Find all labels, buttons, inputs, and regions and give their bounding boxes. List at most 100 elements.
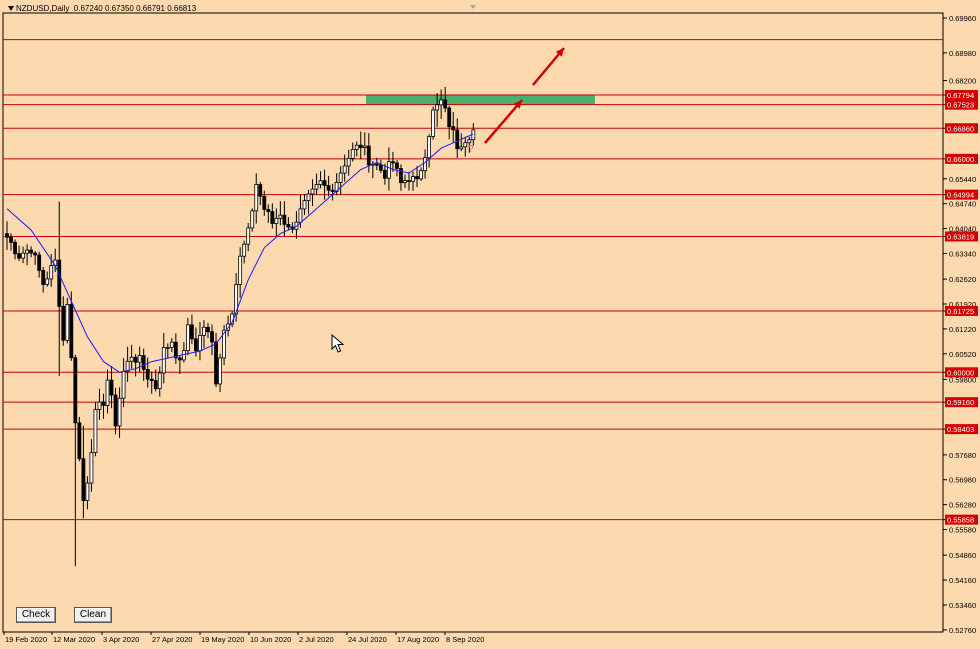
candle-body bbox=[302, 200, 307, 210]
candle-body bbox=[431, 109, 436, 137]
candle-body bbox=[374, 163, 379, 166]
candle-body bbox=[354, 144, 359, 150]
x-tick-label: 19 May 2020 bbox=[201, 635, 244, 644]
y-tick-label: 0.61220 bbox=[949, 325, 976, 334]
candle-body bbox=[25, 249, 30, 254]
candle-body bbox=[254, 184, 259, 212]
annotation-question: ? bbox=[468, 144, 474, 155]
x-tick-label: 24 Jul 2020 bbox=[348, 635, 387, 644]
y-tick-label: 0.57680 bbox=[949, 451, 976, 460]
candle-body bbox=[145, 369, 150, 380]
candle-body bbox=[342, 165, 347, 174]
chart-header: NZDUSD,Daily 0.67240 0.67350 0.66791 0.6… bbox=[8, 4, 196, 13]
candle-body bbox=[322, 180, 327, 186]
y-tick-label: 0.56280 bbox=[949, 501, 976, 510]
candle-body bbox=[358, 144, 363, 148]
candle-body bbox=[419, 170, 423, 180]
candle-body bbox=[439, 99, 444, 106]
candle-body bbox=[194, 338, 198, 352]
y-tick-label: 0.62620 bbox=[949, 275, 976, 284]
y-tick-label: 0.55580 bbox=[949, 526, 976, 535]
level-price-label: 0.66860 bbox=[947, 124, 974, 133]
candle-body bbox=[45, 278, 50, 285]
x-tick-label: 19 Feb 2020 bbox=[5, 635, 47, 644]
menu-triangle-icon[interactable] bbox=[8, 6, 14, 12]
candle-body bbox=[350, 149, 355, 159]
candle-body bbox=[463, 142, 468, 148]
candle-body bbox=[5, 233, 9, 238]
candle-body bbox=[214, 341, 218, 385]
level-price-label: 0.59160 bbox=[947, 398, 974, 407]
candle-body bbox=[386, 161, 391, 179]
y-tick-label: 0.54160 bbox=[949, 576, 976, 585]
candle-body bbox=[262, 195, 267, 210]
candle-body bbox=[157, 372, 162, 390]
candle-body bbox=[366, 145, 371, 166]
candle-body bbox=[447, 107, 452, 128]
candle-body bbox=[455, 129, 460, 150]
ohlc-readout: 0.67240 0.67350 0.66791 0.66813 bbox=[73, 4, 197, 13]
candle-body bbox=[306, 193, 311, 202]
candle-body bbox=[93, 409, 98, 454]
candle-body bbox=[415, 176, 419, 180]
price-chart[interactable]: ? 0.69960 0.68980 0.68200 0.677940.67523 0.66… bbox=[0, 0, 980, 649]
candle-body bbox=[451, 126, 456, 131]
y-tick-label: 0.68200 bbox=[949, 77, 976, 86]
candle-body bbox=[298, 208, 303, 223]
candle-body bbox=[13, 241, 17, 255]
check-button[interactable]: Check bbox=[16, 607, 56, 623]
candle-body bbox=[9, 236, 13, 243]
candle-body bbox=[190, 324, 194, 340]
candle-body bbox=[113, 394, 118, 427]
candle-body bbox=[29, 249, 34, 254]
candle-body bbox=[443, 99, 448, 109]
candle-body bbox=[101, 401, 106, 406]
candle-body bbox=[282, 214, 287, 225]
resistance-zone bbox=[366, 95, 595, 105]
chart-window: ? 0.69960 0.68980 0.68200 0.67794 0.67523 0.66… bbox=[0, 0, 980, 649]
candle-body bbox=[411, 176, 415, 182]
x-tick-label: 8 Sep 2020 bbox=[446, 635, 484, 644]
y-tick-label: 0.68980 bbox=[949, 49, 976, 58]
x-tick-label: 10 Jun 2020 bbox=[250, 635, 291, 644]
candle-body bbox=[61, 306, 66, 341]
scroll-marker-icon[interactable] bbox=[470, 5, 476, 9]
level-price-label: 0.63819 bbox=[947, 232, 974, 241]
x-tick-label: 3 Apr 2020 bbox=[103, 635, 139, 644]
candle-body bbox=[382, 169, 387, 179]
candle-body bbox=[21, 252, 25, 259]
candle-body bbox=[97, 401, 102, 410]
candle-body bbox=[218, 357, 222, 385]
candle-body bbox=[49, 265, 54, 280]
candle-body bbox=[362, 145, 367, 148]
candle-body bbox=[459, 146, 464, 150]
y-tick-label: 0.59800 bbox=[949, 375, 976, 384]
candle-body bbox=[310, 188, 315, 195]
y-tick-label: 0.53460 bbox=[949, 601, 976, 610]
chart-title: NZDUSD,Daily bbox=[16, 4, 70, 13]
clean-button[interactable]: Clean bbox=[74, 607, 112, 623]
candle-body bbox=[258, 184, 263, 197]
candle-body bbox=[238, 255, 243, 285]
candle-body bbox=[37, 254, 42, 271]
candle-body bbox=[198, 335, 202, 352]
candle-body bbox=[41, 269, 46, 285]
candle-body bbox=[117, 397, 122, 427]
candle-body bbox=[149, 378, 154, 382]
y-tick-label: 0.60520 bbox=[949, 350, 976, 359]
trend-arrow-lower[interactable] bbox=[484, 99, 523, 144]
mouse-cursor-icon bbox=[331, 334, 345, 353]
candle-body bbox=[314, 184, 319, 190]
candle-body bbox=[121, 371, 126, 399]
candle-body bbox=[210, 331, 214, 343]
candle-body bbox=[270, 211, 275, 224]
candle-body bbox=[89, 452, 94, 484]
candle-body bbox=[133, 356, 138, 363]
level-price-label: 0.67523 bbox=[947, 101, 974, 110]
y-tick-label: 0.54860 bbox=[949, 551, 976, 560]
candle-body bbox=[169, 341, 174, 348]
level-price-label: 0.58403 bbox=[947, 425, 974, 434]
candle-body bbox=[326, 185, 331, 191]
candle-body bbox=[57, 259, 62, 307]
candle-body bbox=[33, 252, 38, 256]
